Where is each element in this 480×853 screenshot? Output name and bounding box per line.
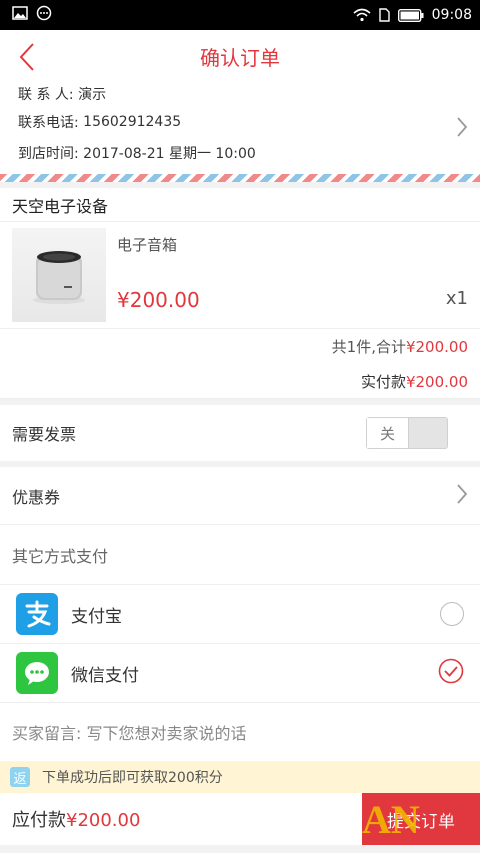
wechat-pay-icon [16,652,58,694]
image-notification-icon [12,6,28,24]
contact-info[interactable]: 联 系 人: 演示 联系电话: 15602912435 到店时间: 2017-0… [0,82,480,174]
page-header: 确认订单 [0,30,480,84]
coupon-row[interactable]: 优惠券 [0,467,480,525]
buyer-message-field[interactable]: 买家留言: 写下您想对卖家说的话 [0,703,480,761]
amount-due-value: ¥200.00 [66,810,141,831]
contact-name-row: 联 系 人: 演示 [18,82,480,106]
points-banner: 返 下单成功后即可获取200积分 [0,761,480,793]
items-summary-total: ¥200.00 [405,337,468,356]
amount-due: 应付款¥200.00 [0,806,140,832]
product-name: 电子音箱 [117,236,178,254]
invoice-toggle-state: 关 [367,418,409,448]
airmail-divider [0,174,480,182]
product-item[interactable]: 电子音箱 ¥200.00 x1 [0,222,480,329]
checkmark-circle-icon [438,658,464,684]
contact-phone-label: 联系电话: [18,114,79,131]
product-quantity: x1 [445,288,468,309]
invoice-section: 需要发票 关 [0,405,480,461]
submit-order-button[interactable]: 提交订单 [362,793,480,845]
back-button[interactable] [18,42,48,72]
payment-option-alipay[interactable]: 支付宝 [0,585,480,644]
coupon-label: 优惠券 [12,487,61,507]
arrival-time: 2017-08-21 星期一 10:00 [83,145,256,162]
arrival-time-label: 到店时间: [18,145,79,162]
payment-methods-title: 其它方式支付 [0,525,480,585]
alipay-label: 支付宝 [71,606,122,627]
alipay-radio[interactable] [440,602,464,626]
shop-name: 天空电子设备 [0,188,480,222]
buyer-message-placeholder: 写下您想对卖家说的话 [86,724,247,743]
more-notification-icon [36,5,52,25]
order-totals: 共1件,合计 ¥200.00 实付款 ¥200.00 [0,329,480,399]
chevron-left-icon [19,43,34,71]
arrival-time-row: 到店时间: 2017-08-21 星期一 10:00 [18,137,480,168]
wechat-pay-radio-checked[interactable] [438,658,464,688]
product-image [12,228,106,322]
alipay-icon [16,593,58,635]
contact-phone: 15602912435 [83,113,182,130]
contact-phone-row: 联系电话: 15602912435 [18,106,480,137]
page-title: 确认订单 [200,46,280,70]
product-price: ¥200.00 [117,288,200,312]
chevron-right-icon [456,483,468,509]
items-summary-prefix: 共1件,合计 [331,338,406,356]
chevron-right-icon [456,116,468,142]
status-bar: 09:08 [0,0,480,30]
invoice-row: 需要发票 关 [0,405,480,461]
points-text: 下单成功后即可获取200积分 [42,770,223,786]
contact-name: 演示 [78,87,107,103]
invoice-toggle[interactable]: 关 [366,417,448,449]
payment-section: 优惠券 其它方式支付 支付宝 微信支付 买家留言: 写下您想对卖家说的话 [0,467,480,761]
wechat-pay-label: 微信支付 [71,665,139,686]
contact-name-label: 联 系 人: [18,87,74,103]
battery-icon [397,8,424,22]
speaker-icon [33,251,85,304]
payment-option-wechat[interactable]: 微信支付 [0,644,480,703]
buyer-message-label: 买家留言: [12,724,82,743]
shop-section: 天空电子设备 电子音箱 ¥200.00 x1 共1件,合计 ¥200.00 实付款… [0,188,480,399]
items-summary: 共1件,合计 ¥200.00 [0,329,480,364]
sim-icon [378,8,390,22]
clock-time: 09:08 [431,7,472,23]
reward-badge: 返 [10,767,30,787]
paid-summary: 实付款 ¥200.00 [0,364,480,399]
paid-total: ¥200.00 [405,372,468,391]
checkout-bar: 应付款¥200.00 提交订单 AN 安粉丝 ANFENSI.COM [0,793,480,845]
paid-prefix: 实付款 [360,373,406,391]
wifi-icon [353,8,371,22]
invoice-label: 需要发票 [12,425,77,444]
amount-due-prefix: 应付款 [12,810,66,831]
